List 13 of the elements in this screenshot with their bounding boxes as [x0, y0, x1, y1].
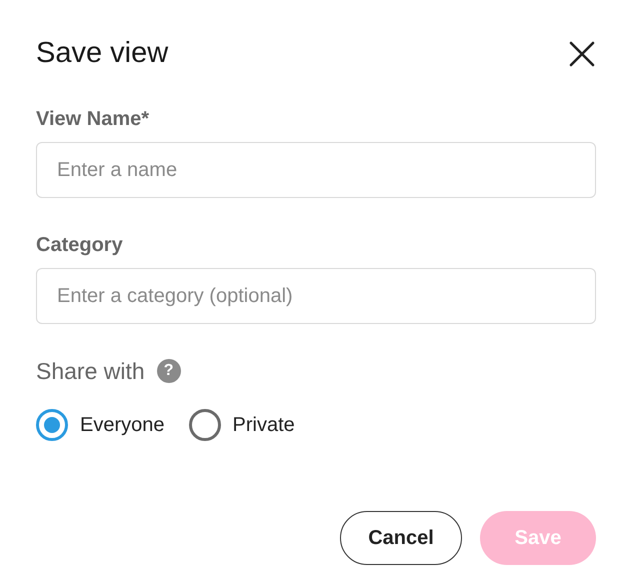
radio-button[interactable] — [188, 408, 220, 440]
radio-label: Everyone — [80, 412, 164, 438]
close-icon[interactable] — [568, 40, 596, 68]
cancel-button[interactable]: Cancel — [340, 510, 462, 564]
share-label: Share with — [36, 357, 145, 386]
input-field[interactable]: Enter a category (optional) — [36, 268, 596, 324]
input-field[interactable]: Enter a name — [36, 142, 596, 198]
radio-label: Private — [232, 412, 295, 438]
radio-button[interactable] — [36, 408, 68, 440]
help-icon[interactable]: ? — [156, 359, 181, 384]
dialog-title: Save view — [36, 36, 168, 72]
field-label: View Name* — [36, 107, 150, 132]
field-label: Category — [36, 233, 124, 258]
